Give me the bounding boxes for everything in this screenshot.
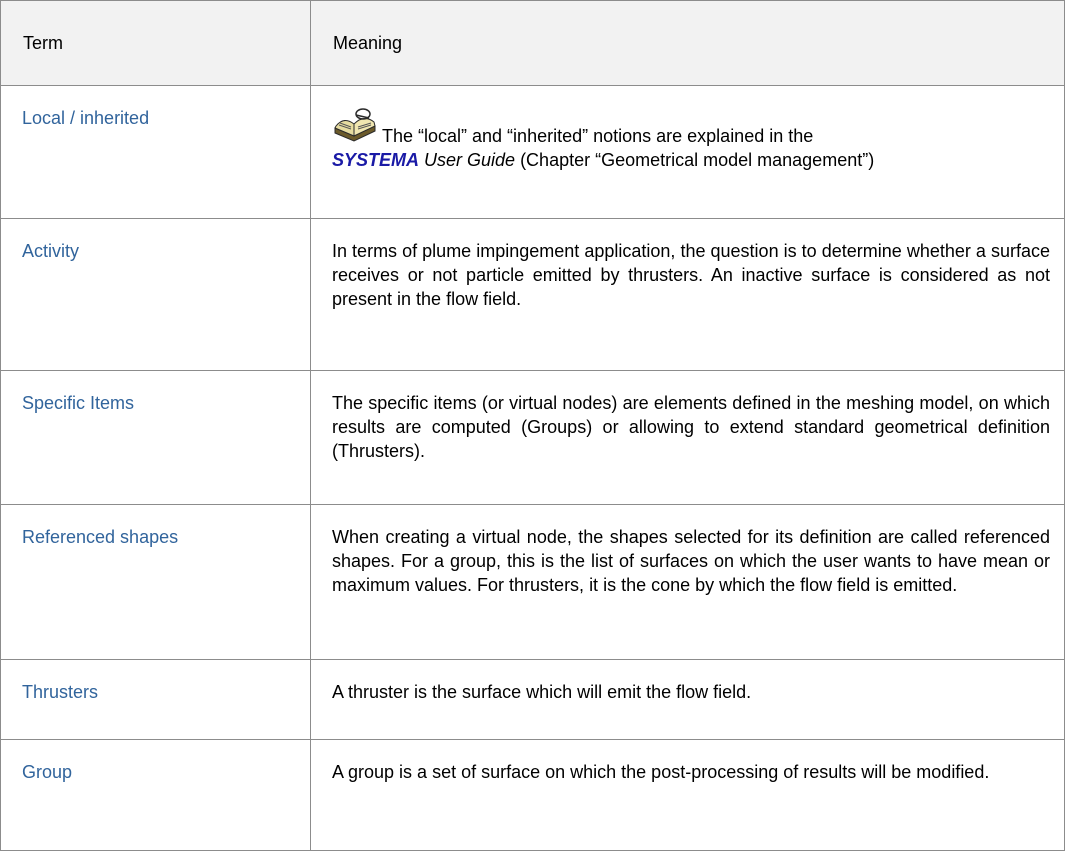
meaning-cell: A thruster is the surface which will emi… (310, 659, 1065, 740)
table-row: Activity In terms of plume impingement a… (0, 218, 1065, 371)
user-guide-text: User Guide (419, 150, 516, 170)
table-row: Specific Items The specific items (or vi… (0, 370, 1065, 505)
term-cell: Referenced shapes (0, 504, 311, 660)
term-cell: Group (0, 739, 311, 851)
term-cell: Specific Items (0, 370, 311, 505)
meaning-column-header: Meaning (310, 0, 1065, 86)
meaning-cell: The specific items (or virtual nodes) ar… (310, 370, 1065, 505)
term-cell: Thrusters (0, 659, 311, 740)
meaning-cell: A group is a set of surface on which the… (310, 739, 1065, 851)
open-book-icon (332, 106, 378, 148)
chapter-reference-text: (Chapter “Geometrical model management”) (515, 150, 875, 170)
table-header-row: Term Meaning (0, 0, 1065, 86)
glossary-table-container: Term Meaning Local / inherited The “loca… (0, 0, 1065, 851)
term-cell: Local / inherited (0, 85, 311, 219)
term-cell: Activity (0, 218, 311, 371)
table-row: Thrusters A thruster is the surface whic… (0, 659, 1065, 740)
systema-brand-text: SYSTEMA (332, 150, 420, 170)
table-row: Referenced shapes When creating a virtua… (0, 504, 1065, 660)
term-column-header: Term (0, 0, 311, 86)
local-meaning-line1: The “local” and “inherited” notions are … (382, 126, 814, 146)
glossary-table: Term Meaning Local / inherited The “loca… (0, 0, 1065, 851)
meaning-cell: When creating a virtual node, the shapes… (310, 504, 1065, 660)
table-row: Group A group is a set of surface on whi… (0, 739, 1065, 851)
table-row: Local / inherited The “local” and “inher… (0, 85, 1065, 219)
meaning-cell: The “local” and “inherited” notions are … (310, 85, 1065, 219)
meaning-cell: In terms of plume impingement applicatio… (310, 218, 1065, 371)
